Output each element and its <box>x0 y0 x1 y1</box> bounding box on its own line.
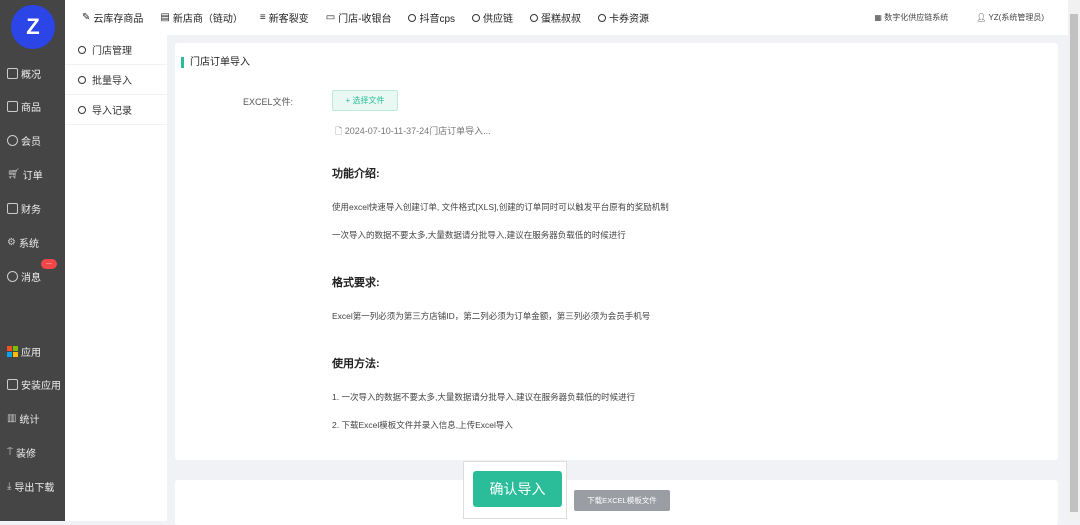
label: 财务 <box>21 205 41 216</box>
section-text: 1. 一次导入的数据不要太多,大量数据请分批导入,建议在服务器负载低的时候进行 <box>332 392 636 402</box>
excel-label: EXCEL文件: <box>243 97 294 107</box>
label: 安装应用 <box>21 381 61 392</box>
nav-cashier[interactable]: ▭ 门店-收银台 <box>326 10 392 25</box>
label: 门店-收银台 <box>338 14 392 25</box>
sidebar-item-orders[interactable]: 🛒︎ 订单 <box>7 167 43 182</box>
page-title: 门店订单导入 <box>181 57 250 68</box>
import-card: 门店订单导入 EXCEL文件: + 选择文件 🗋︎ 2024-07-10-11-… <box>175 43 1058 460</box>
menu-icon: ≡ <box>259 12 266 23</box>
download-template-button[interactable]: 下载EXCEL模板文件 <box>574 490 670 511</box>
label: 导入记录 <box>92 106 132 117</box>
label: 门店管理 <box>92 46 132 57</box>
chart-icon <box>7 68 18 79</box>
download-icon: ⤓ <box>7 481 12 492</box>
label: 系统 <box>18 239 39 250</box>
label: 会员 <box>21 137 41 148</box>
label: 导出下载 <box>14 483 55 494</box>
label: 数字化供应链系统 <box>884 13 949 22</box>
message-icon <box>7 271 18 282</box>
sidebar-item-members[interactable]: 会员 <box>7 133 41 148</box>
label: 卡券资源 <box>609 14 650 25</box>
label: 新店商（链动） <box>172 14 243 25</box>
sidebar-item-stats[interactable]: ▥ 统计 <box>7 411 39 426</box>
section-heading: 功能介绍: <box>332 168 380 180</box>
label: 装修 <box>16 449 36 460</box>
label: 消息 <box>21 273 41 284</box>
section-heading: 使用方法: <box>332 358 380 370</box>
file-icon: 🗋︎ <box>335 126 343 136</box>
paint-roller-icon: ⍑ <box>7 447 13 458</box>
label: 蛋糕叔叔 <box>541 14 582 25</box>
choose-file-button[interactable]: + 选择文件 <box>332 90 398 111</box>
sidebar: Z 概况 商品 会员 🛒︎ 订单 财务 ⚙ 系统 消息 ... 应用 安装应用 ▥ 统… <box>0 0 65 521</box>
finance-icon <box>7 203 18 214</box>
label: 概况 <box>21 70 41 81</box>
submenu-batch-import[interactable]: 批量导入 <box>65 65 167 95</box>
cart-icon: 🛒︎ <box>7 169 20 180</box>
user-menu[interactable]: 👤︎ YZ(系统管理员) <box>976 12 1044 23</box>
label: 应用 <box>21 348 41 359</box>
sidebar-item-finance[interactable]: 财务 <box>7 201 41 216</box>
file-name: 2024-07-10-11-37-24门店订单导入... <box>344 126 491 136</box>
nav-cloud-goods[interactable]: ✎ 云库存商品 <box>82 10 143 25</box>
nav-supply[interactable]: 供应链 <box>472 10 513 25</box>
user-icon: 👤︎ <box>976 13 987 22</box>
label: 新客裂变 <box>268 14 309 25</box>
scrollbar[interactable] <box>1068 0 1080 521</box>
link-icon: ✎ <box>82 12 91 23</box>
bar-chart-icon: ▥ <box>7 413 17 424</box>
section-text: Excel第一列必须为第三方店铺ID，第二列必须为订单金额，第三列必须为会员手机… <box>332 311 651 321</box>
confirm-import-button[interactable]: 确认导入 <box>473 471 562 507</box>
sidebar-item-system[interactable]: ⚙ 系统 <box>7 235 39 250</box>
section-text: 使用excel快速导入创建订单, 文件格式[XLS],创建的订单同时可以触发平台… <box>332 202 669 212</box>
label: 批量导入 <box>92 76 132 87</box>
label: 统计 <box>19 415 40 426</box>
nav-cake[interactable]: 蛋糕叔叔 <box>530 10 581 25</box>
grid-icon: ▦ <box>874 13 882 22</box>
goods-icon <box>7 101 18 112</box>
system-switch[interactable]: ▦ 数字化供应链系统 <box>874 12 948 23</box>
submenu: 门店管理 批量导入 导入记录 <box>65 35 167 521</box>
top-nav: ✎ 云库存商品 ▤ 新店商（链动） ≡ 新客裂变 ▭ 门店-收银台 抖音cps 供应链 … <box>65 0 1068 35</box>
nav-coupons[interactable]: 卡券资源 <box>598 10 649 25</box>
logo[interactable]: Z <box>11 5 55 49</box>
gear-icon: ⚙ <box>7 237 16 248</box>
sidebar-item-messages[interactable]: 消息 <box>7 269 41 284</box>
label: 订单 <box>22 171 43 182</box>
submenu-store-manage[interactable]: 门店管理 <box>65 35 167 65</box>
sidebar-item-apps[interactable]: 应用 <box>7 344 41 359</box>
scrollbar-thumb[interactable] <box>1070 14 1078 512</box>
section-text: 一次导入的数据不要太多,大量数据请分批导入,建议在服务器负载低的时候进行 <box>332 230 626 240</box>
sidebar-item-overview[interactable]: 概况 <box>7 66 41 81</box>
section-text: 2. 下载Excel模板文件并录入信息,上传Excel导入 <box>332 420 513 430</box>
circle-icon <box>472 13 481 22</box>
label: 云库存商品 <box>93 14 144 25</box>
submenu-import-records[interactable]: 导入记录 <box>65 95 167 125</box>
circle-icon <box>78 105 86 114</box>
section-heading: 格式要求: <box>332 277 380 289</box>
message-badge: ... <box>41 259 57 269</box>
nav-new-store[interactable]: ▤ 新店商（链动） <box>160 10 242 25</box>
circle-icon <box>78 75 86 84</box>
circle-icon <box>78 45 86 54</box>
install-icon <box>7 379 18 390</box>
label: 抖音cps <box>419 14 456 25</box>
circle-icon <box>530 13 539 22</box>
apps-icon <box>7 346 18 357</box>
nav-douyin[interactable]: 抖音cps <box>408 10 455 25</box>
label: 商品 <box>21 103 41 114</box>
circle-icon <box>598 13 607 22</box>
sidebar-item-export[interactable]: ⤓ 导出下载 <box>7 479 54 494</box>
label: YZ(系统管理员) <box>988 13 1044 22</box>
circle-icon <box>408 13 417 22</box>
uploaded-file[interactable]: 🗋︎ 2024-07-10-11-37-24门店订单导入... <box>335 124 491 140</box>
sidebar-item-goods[interactable]: 商品 <box>7 99 41 114</box>
nav-fission[interactable]: ≡ 新客裂变 <box>260 10 309 25</box>
sidebar-item-decorate[interactable]: ⍑ 装修 <box>7 445 36 460</box>
doc-icon: ▤ <box>160 12 170 23</box>
sidebar-item-install-apps[interactable]: 安装应用 <box>7 377 61 392</box>
label: 供应链 <box>483 14 514 25</box>
cashier-icon: ▭ <box>325 12 336 23</box>
user-icon <box>7 135 18 146</box>
